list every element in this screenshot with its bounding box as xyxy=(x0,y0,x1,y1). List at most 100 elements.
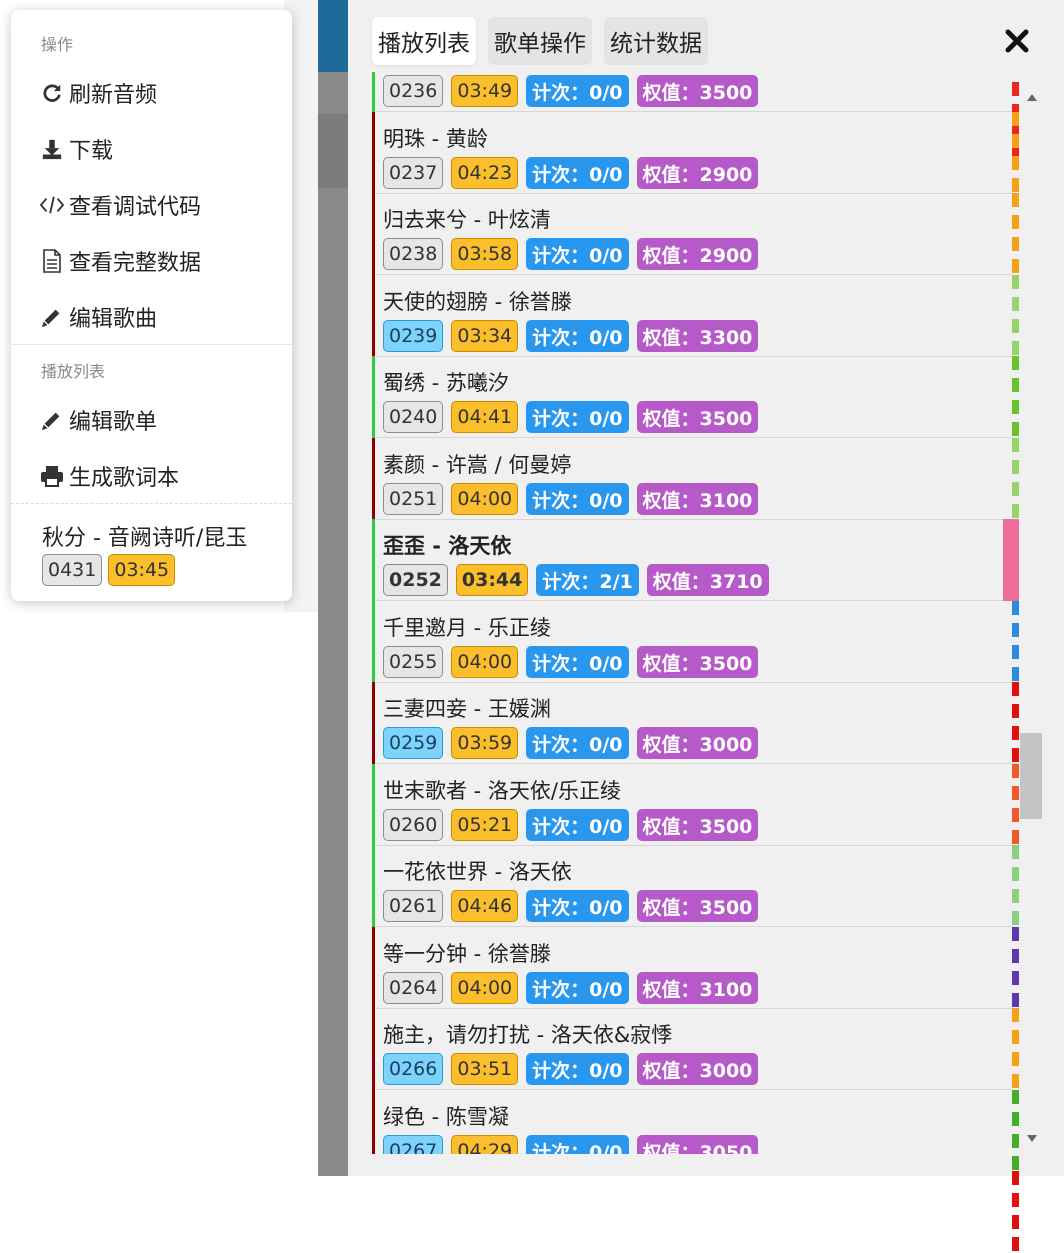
source-marker xyxy=(372,682,375,764)
duration-badge: 03:44 xyxy=(455,564,529,596)
song-title: 绿色 - 陈雪凝 xyxy=(383,1105,509,1129)
close-button[interactable] xyxy=(1004,28,1030,54)
playlist-item[interactable]: 千里邀月 - 乐正绫 0255 04:00 计次：0/0 权值：3500 xyxy=(372,601,1012,683)
playlist-item[interactable]: 一花依世界 - 洛天依 0261 04:46 计次：0/0 权值：3500 xyxy=(372,845,1012,927)
playlist-item[interactable]: 世末歌者 - 洛天依/乐正绫 0260 05:21 计次：0/0 权值：3500 xyxy=(372,764,1012,846)
weight-badge: 权值：2900 xyxy=(636,238,759,270)
song-badges: 0264 04:00 计次：0/0 权值：3100 xyxy=(383,972,759,1004)
song-badges: 0255 04:00 计次：0/0 权值：3500 xyxy=(383,646,759,678)
category-marker xyxy=(1012,1008,1019,1090)
category-marker xyxy=(1012,438,1019,520)
weight-badge: 权值：3710 xyxy=(646,564,769,596)
playlist-item[interactable]: 施主，请勿打扰 - 洛天依&寂悸 0266 03:51 计次：0/0 权值：3000 xyxy=(372,1008,1012,1090)
context-menu: 操作 刷新音频 下载 查看调试代码 查看完整数据 编辑歌曲 播放列表 编辑歌单 … xyxy=(11,10,292,601)
playlist-item[interactable]: 三妻四妾 - 王媛渊 0259 03:59 计次：0/0 权值：3000 xyxy=(372,682,1012,764)
play-count-badge: 计次：0/0 xyxy=(526,238,629,270)
menu-section-playlist: 播放列表 xyxy=(41,362,106,381)
tab-statistics[interactable]: 统计数据 xyxy=(604,17,708,65)
category-marker xyxy=(1012,1171,1019,1253)
play-count-badge: 计次：2/1 xyxy=(536,564,639,596)
source-marker xyxy=(372,112,375,194)
scrollbar-thumb[interactable] xyxy=(1020,733,1042,819)
source-marker xyxy=(372,356,375,438)
menu-item-edit-song[interactable]: 编辑歌曲 xyxy=(39,295,157,339)
tab-playlist-actions[interactable]: 歌单操作 xyxy=(488,17,592,65)
source-marker xyxy=(372,764,375,846)
song-id-badge: 0239 xyxy=(383,320,444,352)
song-title: 明珠 - 黄龄 xyxy=(383,127,488,151)
song-title: 天使的翅膀 - 徐誉滕 xyxy=(383,290,572,314)
weight-badge: 权值：3050 xyxy=(636,1135,759,1154)
play-count-badge: 计次：0/0 xyxy=(526,320,629,352)
play-count-badge: 计次：0/0 xyxy=(526,890,629,922)
menu-item-generate-lyrics-book[interactable]: 生成歌词本 xyxy=(39,454,179,498)
duration-badge: 05:21 xyxy=(451,809,519,841)
song-badges: 0237 04:23 计次：0/0 权值：2900 xyxy=(383,157,759,189)
weight-badge: 权值：3500 xyxy=(636,75,759,107)
menu-item-view-full-data[interactable]: 查看完整数据 xyxy=(39,239,201,283)
playlist-item[interactable]: 绿色 - 陈雪凝 0267 04:29 计次：0/0 权值：3050 xyxy=(372,1090,1012,1154)
playlist-item[interactable]: 等一分钟 - 徐誉滕 0264 04:00 计次：0/0 权值：3100 xyxy=(372,927,1012,1009)
play-count-badge: 计次：0/0 xyxy=(526,646,629,678)
menu-item-label: 查看调试代码 xyxy=(69,195,202,220)
playlist-item[interactable]: 天使的翅膀 - 徐誉滕 0239 03:34 计次：0/0 权值：3300 xyxy=(372,275,1012,357)
tab-playlist[interactable]: 播放列表 xyxy=(372,17,476,65)
menu-divider xyxy=(11,503,292,504)
song-id-badge: 0237 xyxy=(383,157,444,189)
menu-item-download[interactable]: 下载 xyxy=(39,127,113,171)
duration-badge: 04:23 xyxy=(451,157,519,189)
duration-badge: 03:59 xyxy=(451,727,519,759)
play-count-badge: 计次：0/0 xyxy=(526,75,629,107)
printer-icon xyxy=(39,465,65,487)
play-count-badge: 计次：0/0 xyxy=(526,727,629,759)
song-badges: 0238 03:58 计次：0/0 权值：2900 xyxy=(383,238,759,270)
song-badges: 0236 03:49 计次：0/0 权值：3500 xyxy=(383,75,759,107)
playlist-item[interactable]: 蜀绣 - 苏曦汐 0240 04:41 计次：0/0 权值：3500 xyxy=(372,356,1012,438)
current-song-title: 秋分 - 音阙诗听/昆玉 xyxy=(42,526,248,551)
scroll-up-arrow-icon[interactable] xyxy=(1027,94,1037,101)
duration-badge: 03:34 xyxy=(451,320,519,352)
song-id-badge: 0255 xyxy=(383,646,444,678)
duration-badge: 04:00 xyxy=(451,646,519,678)
source-marker xyxy=(372,519,375,601)
menu-item-edit-playlist[interactable]: 编辑歌单 xyxy=(39,398,157,442)
duration-badge: 03:58 xyxy=(451,238,519,270)
play-count-badge: 计次：0/0 xyxy=(526,157,629,189)
source-marker xyxy=(372,275,375,357)
song-badges: 0259 03:59 计次：0/0 权值：3000 xyxy=(383,727,759,759)
menu-divider xyxy=(11,344,292,345)
scroll-down-arrow-icon[interactable] xyxy=(1027,1135,1037,1142)
weight-badge: 权值：3500 xyxy=(636,646,759,678)
weight-badge: 权值：3100 xyxy=(636,972,759,1004)
playlist-item-current[interactable]: 歪歪 - 洛天依 0252 03:44 计次：2/1 权值：3710 xyxy=(372,519,1012,601)
song-badges: 0266 03:51 计次：0/0 权值：3000 xyxy=(383,1053,759,1085)
category-marker xyxy=(1012,193,1019,275)
playlist-item[interactable]: 0236 03:49 计次：0/0 权值：3500 xyxy=(372,72,1012,112)
duration-badge: 03:45 xyxy=(108,554,176,586)
menu-item-label: 刷新音频 xyxy=(69,83,158,108)
song-title: 世末歌者 - 洛天依/乐正绫 xyxy=(383,779,622,803)
playlist-item[interactable]: 归去来兮 - 叶炫清 0238 03:58 计次：0/0 权值：2900 xyxy=(372,193,1012,275)
category-marker xyxy=(1012,764,1019,846)
scrollbar[interactable] xyxy=(1020,82,1042,1154)
source-marker xyxy=(372,601,375,683)
song-id-badge: 0266 xyxy=(383,1053,444,1085)
song-title: 一花依世界 - 洛天依 xyxy=(383,860,572,884)
code-icon xyxy=(39,194,65,216)
song-id-badge: 0236 xyxy=(383,75,444,107)
category-marker xyxy=(1012,601,1019,683)
song-id-badge: 0431 xyxy=(42,554,103,586)
duration-badge: 04:46 xyxy=(451,890,519,922)
song-title: 歪歪 - 洛天依 xyxy=(383,534,512,558)
pencil-icon xyxy=(39,306,65,328)
playlist-item[interactable]: 素颜 - 许嵩 / 何曼婷 0251 04:00 计次：0/0 权值：3100 xyxy=(372,438,1012,520)
playlist-panel: 播放列表 歌单操作 统计数据 0236 03:49 计次：0/0 权值：3500 明珠 … xyxy=(348,0,1064,1253)
song-title: 千里邀月 - 乐正绫 xyxy=(383,616,551,640)
source-marker xyxy=(372,72,375,112)
category-marker xyxy=(1012,682,1019,764)
menu-item-view-debug-code[interactable]: 查看调试代码 xyxy=(39,183,201,227)
playlist-item[interactable]: 明珠 - 黄龄 0237 04:23 计次：0/0 权值：2900 xyxy=(372,112,1012,194)
song-id-badge: 0259 xyxy=(383,727,444,759)
menu-item-refresh-audio[interactable]: 刷新音频 xyxy=(39,71,157,115)
song-badges: 0239 03:34 计次：0/0 权值：3300 xyxy=(383,320,759,352)
